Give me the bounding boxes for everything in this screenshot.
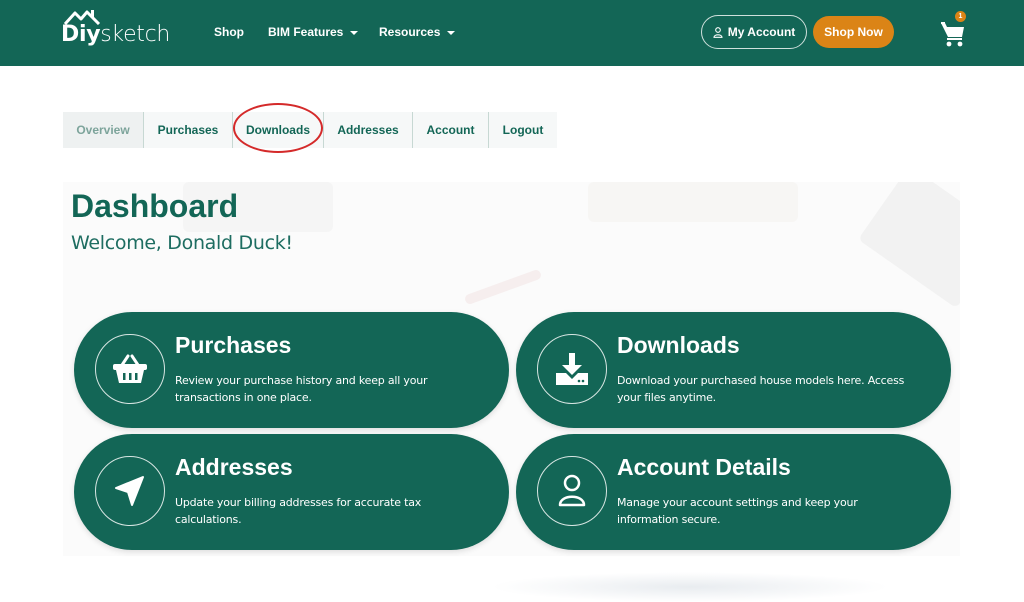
nav-bim-features[interactable]: BIM Features [268, 25, 359, 39]
user-icon [558, 474, 586, 507]
shopping-cart-icon[interactable] [940, 20, 966, 48]
downloads-card-description: Download your purchased house models her… [617, 374, 905, 404]
my-account-button[interactable]: My Account [701, 15, 807, 49]
tab-addresses[interactable]: Addresses [324, 112, 413, 148]
page-title: Dashboard [71, 188, 239, 224]
background-pen-decoration [463, 268, 543, 306]
nav-resources[interactable]: Resources [379, 25, 456, 39]
addresses-card-description: Update your billing addresses for accura… [175, 496, 422, 526]
account-tabs: Overview Purchases Downloads Addresses A… [63, 112, 557, 148]
caret-down-icon [447, 30, 456, 35]
logo-text: Diysketch [61, 22, 171, 47]
downloads-card[interactable]: Downloads Download your purchased house … [516, 312, 951, 428]
addresses-card[interactable]: Addresses Update your billing addresses … [74, 434, 509, 550]
purchases-card[interactable]: Purchases Review your purchase history a… [74, 312, 509, 428]
user-icon [713, 26, 723, 38]
location-arrow-icon [115, 476, 144, 506]
shop-now-label: Shop Now [824, 25, 883, 39]
account-icon-ring [537, 456, 607, 526]
downloads-icon-ring [537, 334, 607, 404]
cart-count-badge: 1 [955, 11, 966, 22]
downloads-card-title: Downloads [617, 332, 740, 358]
addresses-card-title: Addresses [175, 454, 293, 480]
tab-logout[interactable]: Logout [489, 112, 557, 148]
background-paper-decoration [588, 182, 798, 222]
account-details-card[interactable]: Account Details Manage your account sett… [516, 434, 951, 550]
nav-resources-label: Resources [379, 25, 441, 39]
my-account-label: My Account [727, 25, 796, 39]
welcome-message: Welcome, Donald Duck! [71, 232, 293, 254]
site-header: Diysketch Shop BIM Features Resources My… [0, 0, 1024, 66]
account-details-card-title: Account Details [617, 454, 791, 480]
tab-downloads[interactable]: Downloads [233, 112, 324, 148]
shop-now-button[interactable]: Shop Now [813, 16, 894, 48]
purchases-card-description: Review your purchase history and keep al… [175, 374, 428, 404]
account-details-card-description: Manage your account settings and keep yo… [617, 496, 858, 526]
nav-shop[interactable]: Shop [214, 25, 244, 39]
basket-icon [113, 354, 147, 383]
purchases-card-title: Purchases [175, 332, 292, 358]
addresses-icon-ring [95, 456, 165, 526]
nav-shop-label: Shop [214, 25, 244, 39]
tab-account[interactable]: Account [413, 112, 489, 148]
background-keyboard-decoration [858, 182, 960, 309]
tab-purchases[interactable]: Purchases [144, 112, 233, 148]
diysketch-logo[interactable]: Diysketch [61, 9, 171, 49]
footer-shadow-decoration [490, 572, 890, 602]
tab-overview[interactable]: Overview [63, 112, 144, 148]
caret-down-icon [350, 30, 359, 35]
nav-bim-features-label: BIM Features [268, 25, 344, 39]
purchases-icon-ring [95, 334, 165, 404]
download-icon [556, 353, 588, 385]
